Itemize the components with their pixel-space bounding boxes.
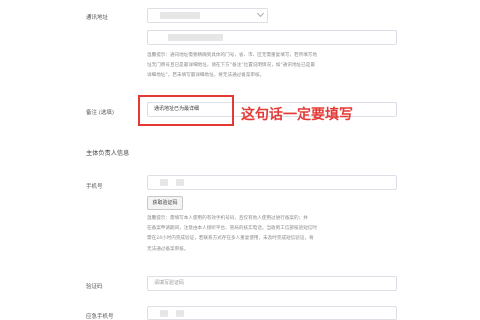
address-detail-input[interactable] (147, 30, 397, 45)
emergency-phone-input[interactable] (147, 306, 397, 320)
blurred-value (160, 12, 200, 19)
phone-input[interactable] (147, 175, 397, 190)
hint-line: 详细地址”，若未填写最详细地址，将无法通过备案审核。 (147, 73, 265, 79)
emergency-phone-label: 应急手机号 (86, 314, 114, 320)
code-input[interactable]: 请填写验证码 (147, 276, 397, 291)
blurred-value (176, 310, 184, 317)
address-label: 通讯地址 (86, 15, 109, 21)
code-label: 验证码 (86, 284, 103, 290)
hint-line: 无法通过备案审核。 (147, 246, 189, 252)
chevron-down-icon (256, 9, 265, 18)
hint-line: 需在24小时内完成验证，若联系方式存在多人重复使用，未及时完成短信验证，将 (147, 236, 314, 242)
annotation-text: 这句话一定要填写 (241, 107, 353, 123)
address-hint: 温馨提示：通讯地址需要精确到具体的门号，省、市、区无需重复填写，若所填写地 址无… (147, 51, 407, 82)
blurred-value (160, 179, 168, 186)
province-select[interactable] (147, 8, 268, 23)
phone-hint: 温馨提示：需填写本人使用的有效手机号码，且仅有他人使用过进行备案的；并 在备案申… (147, 214, 412, 255)
blurred-value (160, 310, 168, 317)
hint-line: 温馨提示：需填写本人使用的有效手机号码，且仅有他人使用过进行备案的；并 (147, 216, 308, 221)
hint-line: 在备案申请期间，注意由本人接听平台、管局的核实电话，当收到工信部核验短信时 (147, 226, 317, 232)
remark-label: 备注 (选填) (86, 110, 115, 116)
hint-line: 温馨提示：通讯地址需要精确到具体的门号，省、市、区无需重复填写，若所填写地 (147, 53, 317, 58)
phone-label: 手机号 (86, 184, 103, 190)
blurred-value (168, 34, 223, 41)
highlight-box (138, 95, 234, 126)
hint-line: 址无门牌号且已是最详细地址，请在下方“备注”位置说明情况，如“通讯地址已是最 (147, 63, 315, 69)
section-title: 主体负责人信息 (86, 150, 130, 157)
get-code-button[interactable]: 获取验证码 (147, 196, 183, 210)
blurred-value (176, 179, 184, 186)
